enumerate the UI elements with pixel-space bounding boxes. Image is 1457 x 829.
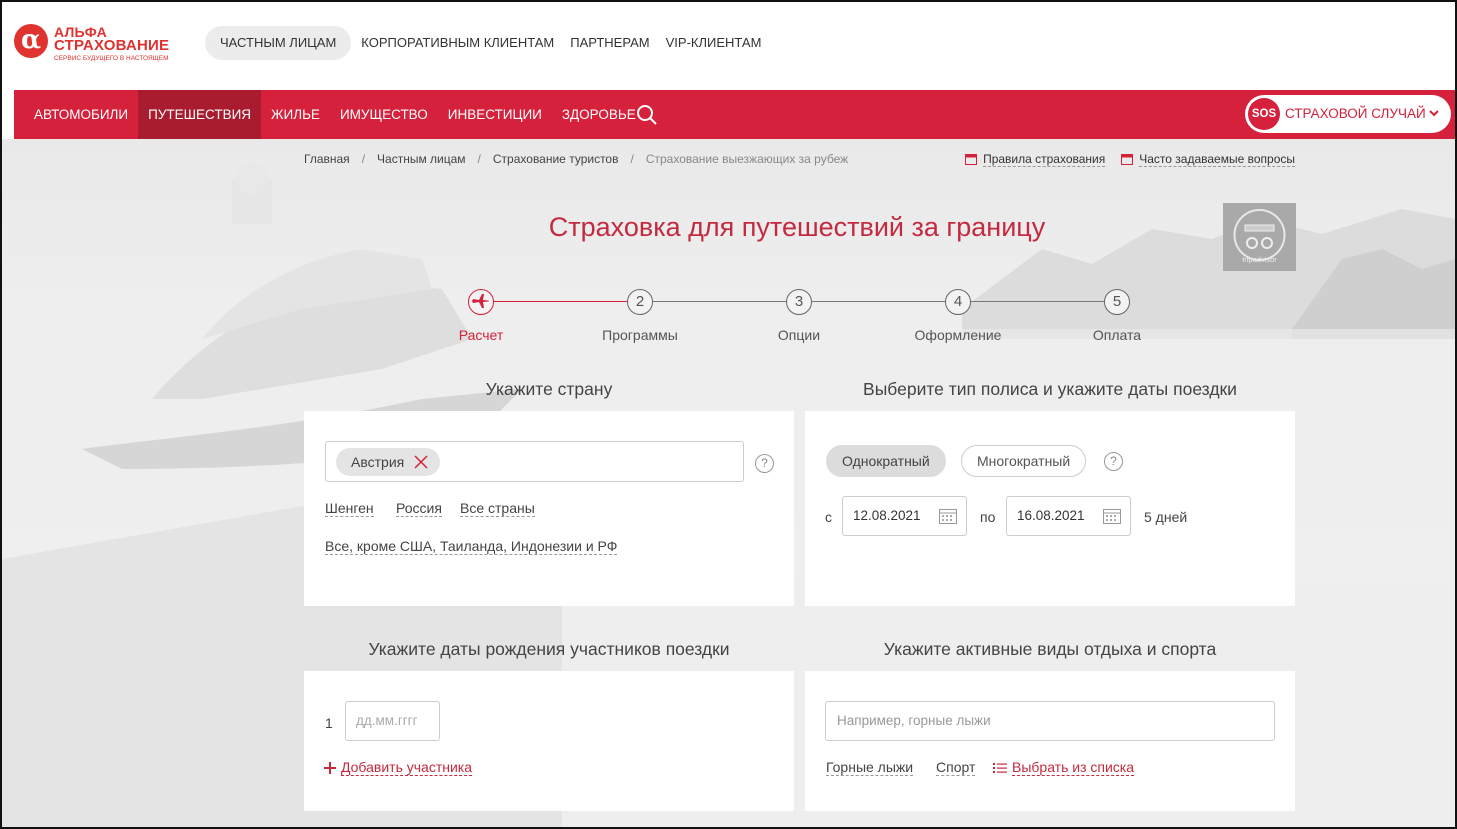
search-icon[interactable] xyxy=(636,104,658,126)
tripadvisor-badge[interactable]: tripadvisor xyxy=(1223,203,1296,271)
birthdate-input[interactable]: дд.мм.гггг xyxy=(345,701,440,741)
nav-item-investments[interactable]: ИНВЕСТИЦИИ xyxy=(438,90,552,139)
logo-line2: СТРАХОВАНИЕ xyxy=(54,37,170,54)
breadcrumb: Главная / Частным лицам / Страхование ту… xyxy=(304,152,848,166)
sos-label: СТРАХОВОЙ СЛУЧАЙ xyxy=(1285,106,1426,121)
nav-item-travel[interactable]: ПУТЕШЕСТВИЯ xyxy=(138,90,262,139)
topnav-partners[interactable]: ПАРТНЕРАМ xyxy=(562,26,657,60)
logo-tagline: СЕРВИС БУДУЩЕГО В НАСТОЯЩЕМ xyxy=(54,55,169,62)
stepper-line-3 xyxy=(812,301,945,302)
nav-item-property[interactable]: ИМУЩЕСТВО xyxy=(330,90,438,139)
add-traveler-label: Добавить участника xyxy=(341,759,473,776)
country-chip-label: Австрия xyxy=(351,454,405,470)
faq-link[interactable]: Часто задаваемые вопросы xyxy=(1121,152,1295,167)
tripadvisor-label: tripadvisor xyxy=(1242,255,1277,264)
breadcrumb-current: Страхование выезжающих за рубеж xyxy=(645,152,849,166)
step-4-label: Оформление xyxy=(914,327,1002,343)
date-from-input[interactable]: 12.08.2021 xyxy=(842,496,967,536)
step-2-circle[interactable]: 2 xyxy=(627,289,653,315)
page-frame: α АЛЬФА СТРАХОВАНИЕ СЕРВИС БУДУЩЕГО В НА… xyxy=(0,0,1457,829)
stepper-line-4 xyxy=(971,301,1104,302)
date-to-value: 16.08.2021 xyxy=(1017,508,1085,523)
trip-duration: 5 дней xyxy=(1144,509,1188,525)
logo[interactable]: α АЛЬФА СТРАХОВАНИЕ СЕРВИС БУДУЩЕГО В НА… xyxy=(14,24,184,66)
step-3-label: Опции xyxy=(777,327,821,343)
help-links: Правила страхования Часто задаваемые воп… xyxy=(965,152,1295,167)
sports-input[interactable]: Например, горные лыжи xyxy=(825,701,1275,741)
sport-list-button[interactable]: Выбрать из списка xyxy=(993,759,1135,776)
document-icon xyxy=(1121,154,1134,165)
date-to-input[interactable]: 16.08.2021 xyxy=(1006,496,1131,536)
step-3-circle[interactable]: 3 xyxy=(786,289,812,315)
faq-link-label: Часто задаваемые вопросы xyxy=(1139,152,1295,167)
document-icon xyxy=(965,154,978,165)
step-5-label: Оплата xyxy=(1092,327,1142,343)
step-1-circle[interactable] xyxy=(468,289,494,315)
calendar-icon[interactable] xyxy=(1103,508,1121,524)
rules-link-label: Правила страхования xyxy=(983,152,1106,167)
policy-type-single[interactable]: Однократный xyxy=(826,445,946,477)
breadcrumb-separator: / xyxy=(630,152,634,166)
breadcrumb-separator: / xyxy=(361,152,366,166)
country-chip: Австрия xyxy=(336,448,441,476)
policy-type-multi[interactable]: Многократный xyxy=(961,445,1087,477)
date-from-value: 12.08.2021 xyxy=(853,508,921,523)
sport-link-ski[interactable]: Горные лыжи xyxy=(826,759,914,776)
breadcrumb-private[interactable]: Частным лицам xyxy=(377,152,466,166)
country-link-all[interactable]: Все страны xyxy=(460,500,535,517)
nav-item-health[interactable]: ЗДОРОВЬЕ xyxy=(552,90,646,139)
date-from-label: с xyxy=(825,509,832,525)
stepper-line-2 xyxy=(653,301,786,302)
add-traveler-button[interactable]: Добавить участника xyxy=(324,759,473,776)
country-section-title: Укажите страну xyxy=(485,379,613,399)
plus-icon xyxy=(324,761,336,774)
breadcrumb-separator: / xyxy=(477,152,481,166)
travelers-section-title: Укажите даты рождения участников поездки xyxy=(368,639,730,659)
airplane-icon xyxy=(472,294,490,308)
sports-card xyxy=(805,671,1295,811)
sport-list-label: Выбрать из списка xyxy=(1012,759,1135,776)
calendar-icon[interactable] xyxy=(939,508,957,524)
date-to-label: по xyxy=(980,509,996,525)
chevron-down-icon xyxy=(1429,110,1439,117)
sos-badge: SOS xyxy=(1248,98,1280,130)
sos-button[interactable]: SOS СТРАХОВОЙ СЛУЧАЙ xyxy=(1245,95,1451,133)
topnav-corporate[interactable]: КОРПОРАТИВНЫМ КЛИЕНТАМ xyxy=(353,26,562,60)
topnav-private[interactable]: ЧАСТНЫМ ЛИЦАМ xyxy=(205,26,352,60)
nav-item-home[interactable]: ЖИЛЬЕ xyxy=(261,90,330,139)
country-link-russia[interactable]: Россия xyxy=(396,500,442,517)
audience-nav: ЧАСТНЫМ ЛИЦАМ КОРПОРАТИВНЫМ КЛИЕНТАМ ПАР… xyxy=(205,26,769,60)
topnav-vip[interactable]: VIP-КЛИЕНТАМ xyxy=(658,26,770,60)
main-nav: АВТОМОБИЛИ ПУТЕШЕСТВИЯ ЖИЛЬЕ ИМУЩЕСТВО И… xyxy=(14,90,1455,139)
step-4-circle[interactable]: 4 xyxy=(945,289,971,315)
breadcrumb-home[interactable]: Главная xyxy=(304,152,350,166)
country-input[interactable]: Австрия xyxy=(325,441,744,482)
step-2-label: Программы xyxy=(602,327,678,343)
traveler-index: 1 xyxy=(325,715,333,731)
step-1-label: Расчет xyxy=(458,327,504,343)
step-5-circle[interactable]: 5 xyxy=(1104,289,1130,315)
top-header: α АЛЬФА СТРАХОВАНИЕ СЕРВИС БУДУЩЕГО В НА… xyxy=(2,2,1455,88)
rules-link[interactable]: Правила страхования xyxy=(965,152,1106,167)
nav-item-auto[interactable]: АВТОМОБИЛИ xyxy=(24,90,138,139)
close-icon[interactable] xyxy=(414,455,428,469)
policy-help-icon[interactable]: ? xyxy=(1104,452,1123,471)
country-link-schengen[interactable]: Шенген xyxy=(325,500,374,517)
travelers-card xyxy=(304,671,794,811)
stepper-line-1 xyxy=(494,301,628,302)
sport-link-sport[interactable]: Спорт xyxy=(936,759,976,776)
policy-section-title: Выберите тип полиса и укажите даты поезд… xyxy=(863,379,1237,399)
list-icon xyxy=(993,762,1007,773)
sports-section-title: Укажите активные виды отдыха и спорта xyxy=(883,639,1217,659)
country-link-all-except[interactable]: Все, кроме США, Таиланда, Индонезии и РФ xyxy=(325,538,618,555)
breadcrumb-tourists[interactable]: Страхование туристов xyxy=(493,152,619,166)
logo-mark: α xyxy=(14,24,48,58)
country-help-icon[interactable]: ? xyxy=(755,454,774,473)
